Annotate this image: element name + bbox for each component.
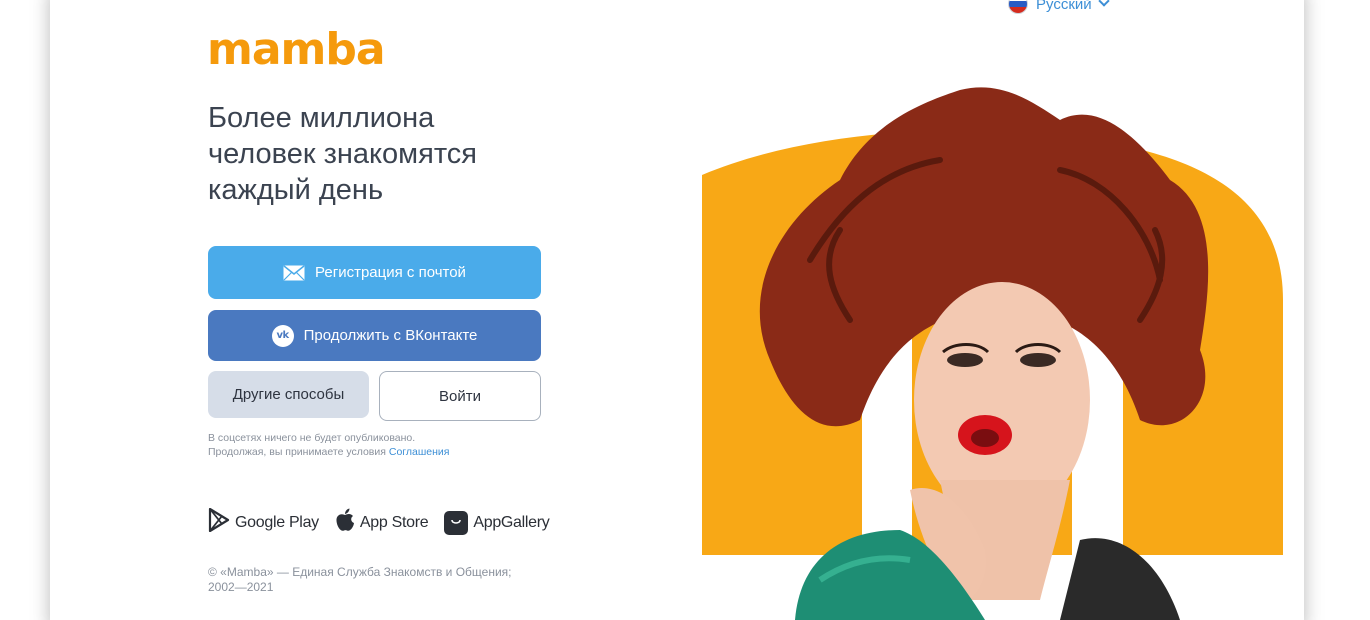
google-play-icon xyxy=(208,507,230,537)
huawei-appgallery-icon xyxy=(444,510,469,535)
vk-continue-button[interactable]: vk Продолжить с ВКонтакте xyxy=(208,310,541,361)
hero-illustration xyxy=(700,60,1285,620)
copyright-line: © «Mamba» — Единая Служба Знакомств и Об… xyxy=(208,565,512,579)
copyright-notice: © «Mamba» — Единая Служба Знакомств и Об… xyxy=(208,565,528,595)
email-register-button[interactable]: Регистрация с почтой xyxy=(208,246,541,299)
russia-flag-icon xyxy=(1008,0,1028,14)
other-methods-button[interactable]: Другие способы xyxy=(208,371,369,418)
chevron-down-icon xyxy=(1098,0,1110,7)
app-store-label: App Store xyxy=(359,513,429,531)
headline-line: человек знакомятся xyxy=(208,138,477,170)
language-label: Русский xyxy=(1036,0,1092,13)
page-headline: Более миллиона человек знакомятся каждый… xyxy=(208,100,548,208)
headline-line: каждый день xyxy=(208,174,384,206)
login-button[interactable]: Войти xyxy=(379,371,541,421)
email-register-label: Регистрация с почтой xyxy=(315,264,466,281)
vk-icon: vk xyxy=(271,324,294,347)
envelope-icon xyxy=(283,264,305,281)
appgallery-link[interactable]: AppGallery xyxy=(444,510,550,535)
legal-line: В соцсетях ничего не будет опубликовано. xyxy=(208,432,416,444)
legal-prefix: Продолжая, вы принимаете условия xyxy=(208,446,389,458)
language-selector[interactable]: Русский xyxy=(1008,0,1110,14)
app-store-links: Google Play App Store AppGallery xyxy=(208,507,550,537)
login-label: Войти xyxy=(439,387,481,405)
vk-continue-label: Продолжить с ВКонтакте xyxy=(303,327,478,344)
other-methods-label: Другие способы xyxy=(232,386,345,403)
app-store-link[interactable]: App Store xyxy=(335,508,429,537)
google-play-link[interactable]: Google Play xyxy=(208,507,319,537)
appgallery-label: AppGallery xyxy=(473,513,550,531)
legal-line: Продолжая, вы принимаете условия Соглаше… xyxy=(208,445,449,459)
legal-notice: В соцсетях ничего не будет опубликовано.… xyxy=(208,431,449,459)
apple-icon xyxy=(335,508,355,537)
copyright-line: 2002—2021 xyxy=(208,580,274,594)
google-play-label: Google Play xyxy=(235,513,319,531)
mamba-logo[interactable]: mamba xyxy=(207,24,386,75)
headline-line: Более миллиона xyxy=(208,102,435,134)
agreement-link[interactable]: Соглашения xyxy=(389,446,450,458)
